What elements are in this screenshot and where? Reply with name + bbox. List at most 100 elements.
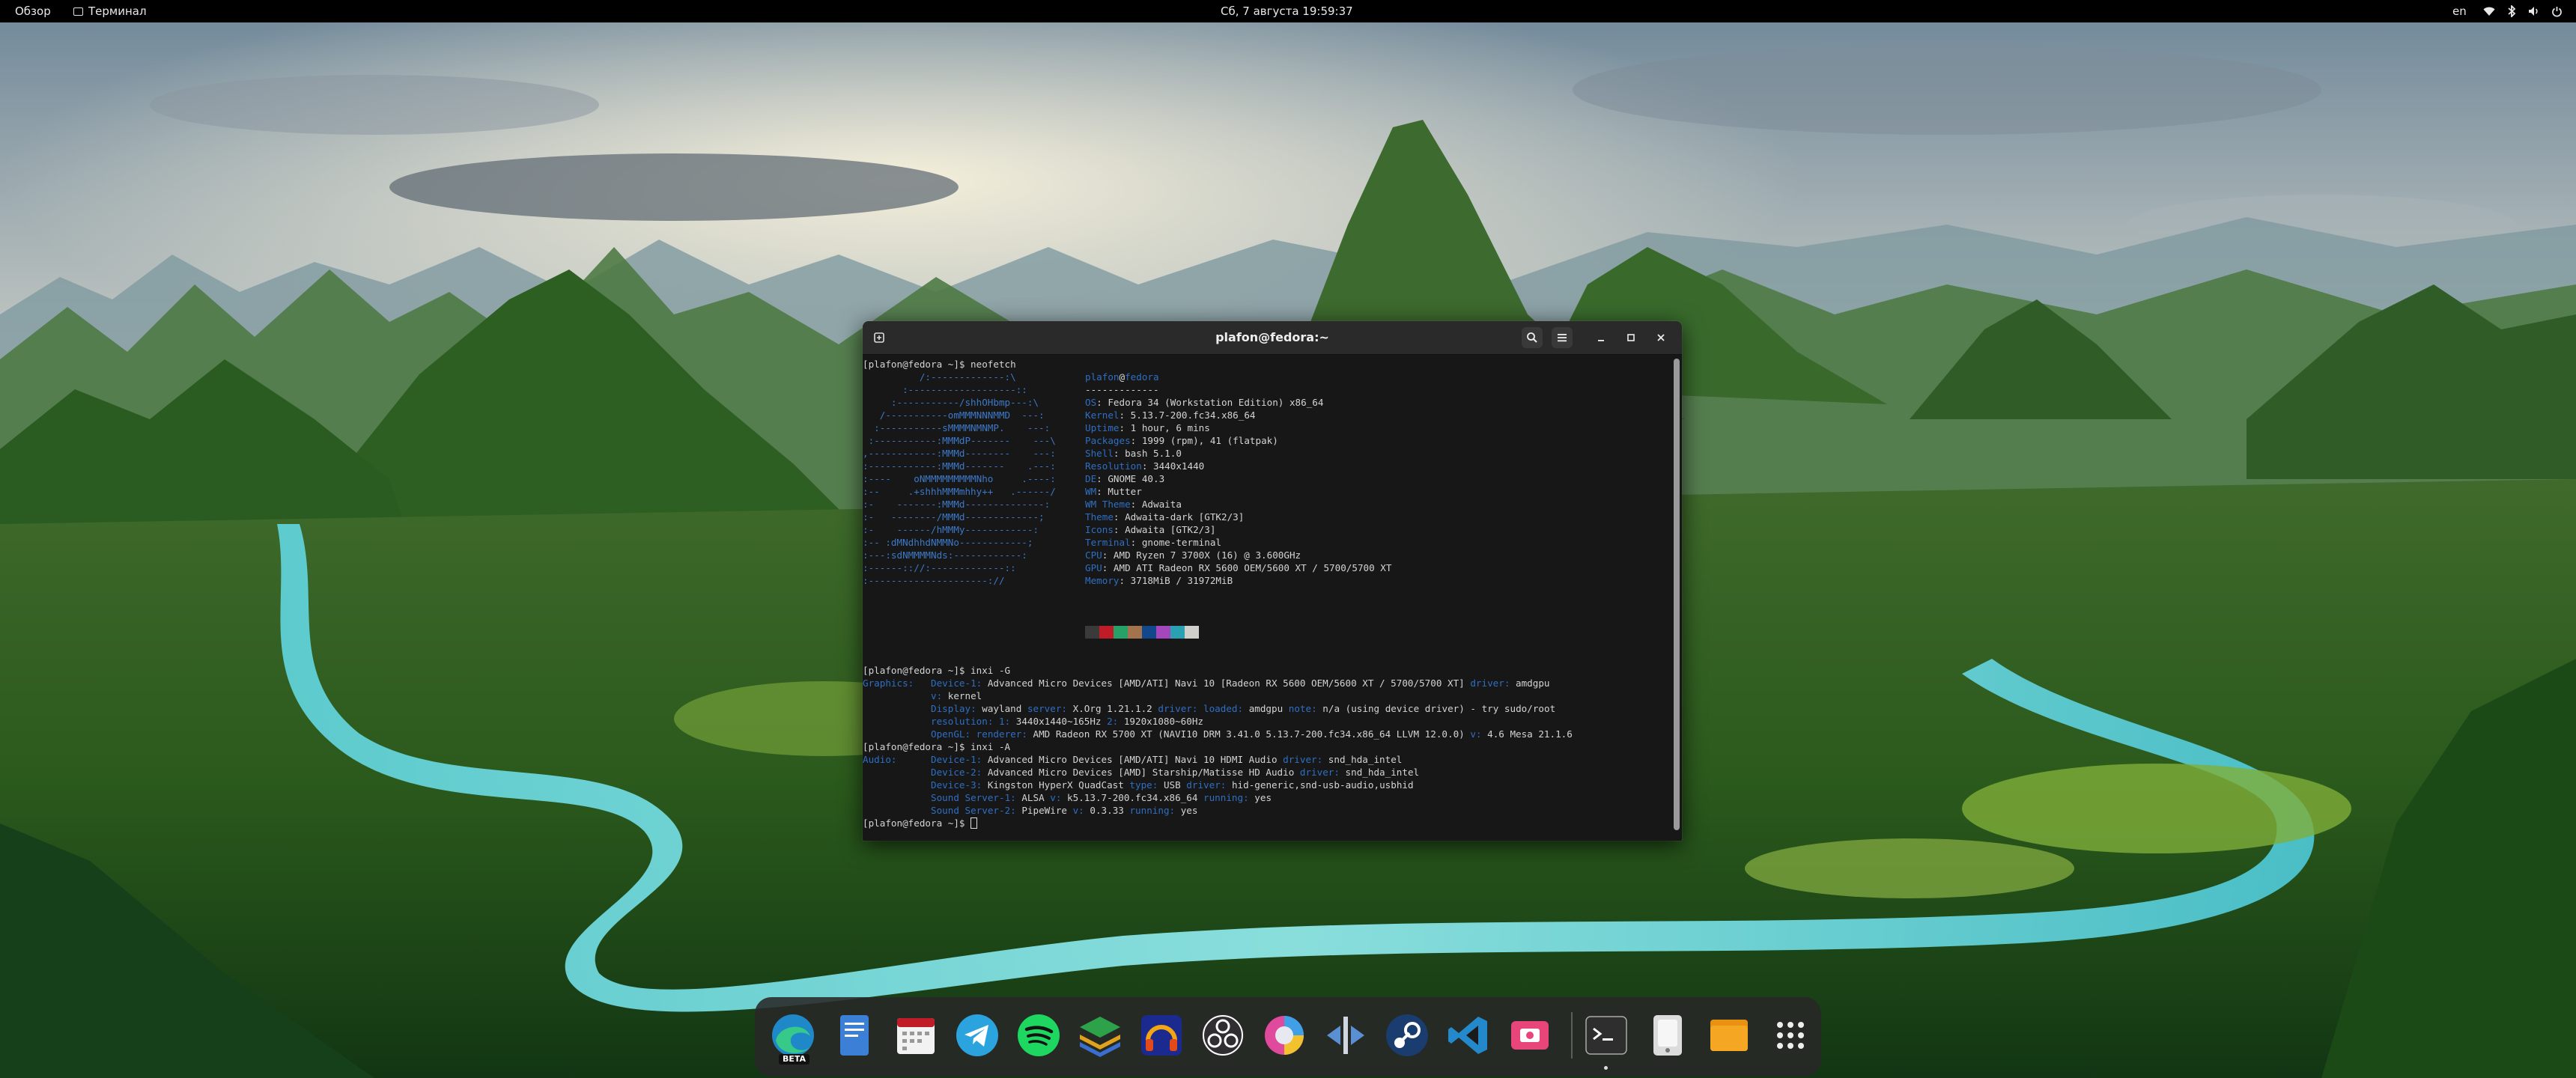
headphones-app-launcher[interactable]: [1137, 1011, 1186, 1060]
ascii-logo-line: :---- oNMMMMMMMMMNho .----:: [863, 473, 1056, 484]
app-grid-launcher[interactable]: [1766, 1011, 1815, 1060]
sysinfo-value: Mutter: [1108, 486, 1142, 497]
inxi-field-value: 4.6 Mesa 21.1.6: [1487, 728, 1573, 740]
ascii-logo-line: :-----------:MMMdP------- ---\: [863, 435, 1056, 446]
ascii-logo-line: :- --------/MMMd-------------;: [863, 511, 1045, 523]
color-swatch: [1156, 626, 1170, 639]
terminal-headerbar[interactable]: plafon@fedora:~: [863, 321, 1682, 355]
sysinfo-key: Uptime: [1085, 422, 1120, 433]
network-tool-launcher[interactable]: [1321, 1011, 1370, 1060]
network-tool-icon: [1321, 1017, 1370, 1063]
files-launcher[interactable]: [1704, 1011, 1754, 1060]
inxi-field-key: resolution: 1:: [931, 716, 1011, 727]
sysinfo-value: 1 hour, 6 mins: [1130, 422, 1210, 433]
sysinfo-at: @: [1119, 371, 1126, 383]
sysinfo-key: Kernel: [1085, 409, 1120, 421]
inxi-field-key: v:: [1072, 805, 1084, 816]
sysinfo-line: Theme: Adwaita-dark [GTK2/3]: [1085, 511, 1244, 523]
sysinfo-key: CPU: [1085, 549, 1102, 561]
sysinfo-line: Memory: 3718MiB / 31972MiB: [1085, 574, 1233, 587]
minimize-button[interactable]: [1591, 327, 1611, 348]
inxi-line: Device-2: Advanced Micro Devices [AMD] S…: [863, 766, 1419, 779]
microsoft-edge-beta-launcher[interactable]: BETA: [768, 1011, 818, 1065]
terminal-output[interactable]: [plafon@fedora ~]$ neofetch /:----------…: [863, 354, 1682, 841]
text-editor-launcher[interactable]: [830, 1011, 879, 1060]
sysinfo-colon: :: [1102, 549, 1114, 561]
sysinfo-line: DE: GNOME 40.3: [1085, 472, 1164, 485]
layers-launcher[interactable]: [1075, 1011, 1125, 1060]
sysinfo-host: fedora: [1125, 371, 1159, 383]
inxi-field-value: hid-generic,snd-usb-audio,usbhid: [1231, 779, 1414, 791]
inxi-field-value: AMD Radeon RX 5700 XT (NAVI10 DRM 3.41.0…: [1033, 728, 1465, 740]
sysinfo-line: OS: Fedora 34 (Workstation Edition) x86_…: [1085, 396, 1323, 409]
maximize-button[interactable]: [1620, 327, 1641, 348]
sysinfo-value: Adwaita: [1141, 499, 1182, 510]
search-button[interactable]: [1522, 327, 1543, 348]
system-menu-button[interactable]: [2476, 0, 2570, 22]
telegram-launcher[interactable]: [953, 1011, 1002, 1060]
inxi-field-value: n/a (using device driver) - try sudo/roo…: [1322, 703, 1556, 714]
inxi-field-key: 2:: [1107, 716, 1119, 727]
steam-launcher[interactable]: [1382, 1011, 1432, 1060]
screen-recorder-launcher[interactable]: [1505, 1011, 1555, 1060]
sysinfo-colon: :: [1130, 499, 1142, 510]
sysinfo-key: DE: [1085, 473, 1097, 484]
calendar-launcher[interactable]: [891, 1011, 941, 1060]
app-menu-button[interactable]: Терминал: [66, 0, 154, 22]
sysinfo-user: plafon: [1085, 371, 1120, 383]
terminal-window[interactable]: plafon@fedora:~ [plafon@fedora ~]$ neofe…: [863, 321, 1682, 841]
app-menu-label: Терминал: [88, 4, 147, 18]
ascii-logo-line: :------:://:-------------::: [863, 562, 1016, 573]
inxi-field-value: Kingston HyperX QuadCast: [987, 779, 1124, 791]
prompt-line-active[interactable]: [plafon@fedora ~]$: [863, 817, 978, 829]
keyboard-layout-button[interactable]: en: [2445, 0, 2474, 22]
inxi-field-key: running:: [1129, 805, 1176, 816]
inxi-field-key: Device-1:: [931, 677, 982, 689]
inxi-field-key: Sound Server-1:: [931, 792, 1016, 803]
sysinfo-colon: :: [1119, 409, 1131, 421]
inxi-field-key: v:: [931, 690, 943, 701]
sysinfo-colon: :: [1141, 460, 1153, 472]
inxi-field-key: driver:: [1283, 754, 1323, 765]
inxi-field-key: Device-2:: [931, 767, 982, 778]
color-swatch: [1114, 626, 1128, 639]
sysinfo-line: Packages: 1999 (rpm), 41 (flatpak): [1085, 434, 1278, 447]
inxi-field-key: note:: [1288, 703, 1317, 714]
sysinfo-line: WM Theme: Adwaita: [1085, 498, 1182, 511]
terminal-scrollbar[interactable]: [1674, 359, 1680, 830]
inxi-field-value: snd_hda_intel: [1328, 754, 1403, 765]
terminal-icon: [1582, 1016, 1631, 1063]
obs-studio-launcher[interactable]: [1198, 1011, 1248, 1060]
sysinfo-key: Memory: [1085, 575, 1120, 586]
menu-button[interactable]: [1552, 327, 1573, 348]
ascii-logo-line: :-- .+shhhMMMmhhy++ .------/: [863, 486, 1056, 497]
close-button[interactable]: [1650, 327, 1671, 348]
terminal-launcher[interactable]: [1582, 1011, 1631, 1060]
inxi-field-value: Advanced Micro Devices [AMD/ATI] Navi 10…: [987, 677, 1465, 689]
running-indicator: [1604, 1066, 1608, 1070]
inxi-line: OpenGL: renderer: AMD Radeon RX 5700 XT …: [863, 728, 1573, 740]
inxi-field-value: amdgpu: [1248, 703, 1284, 714]
sysinfo-line: Shell: bash 5.1.0: [1085, 447, 1182, 460]
color-swatch: [1170, 626, 1185, 639]
activities-button[interactable]: Обзор: [7, 0, 58, 22]
inxi-line: v: kernel: [863, 689, 982, 702]
inxi-line: Sound Server-1: ALSA v: k5.13.7-200.fc34…: [863, 791, 1272, 804]
inxi-section-key: Audio:: [863, 754, 897, 765]
spotify-launcher[interactable]: [1014, 1011, 1063, 1060]
sysinfo-key: Resolution: [1085, 460, 1142, 472]
color-picker-launcher[interactable]: [1260, 1011, 1309, 1060]
inxi-field-key: Sound Server-2:: [931, 805, 1016, 816]
sysinfo-colon: :: [1113, 511, 1126, 523]
volume-icon: [2528, 5, 2540, 17]
disk-utility-launcher[interactable]: [1643, 1011, 1692, 1060]
inxi-line: Sound Server-2: PipeWire v: 0.3.33 runni…: [863, 804, 1197, 817]
vscode-launcher[interactable]: [1444, 1011, 1493, 1060]
ascii-logo-line: :- -------:MMMd--------------:: [863, 499, 1051, 510]
obs-studio-icon: [1198, 1014, 1248, 1063]
vscode-icon: [1444, 1017, 1493, 1063]
clock-button[interactable]: Сб, 7 августа 19:59:37: [1213, 0, 1361, 22]
sysinfo-key: WM Theme: [1085, 499, 1131, 510]
sysinfo-colon: :: [1096, 486, 1108, 497]
sysinfo-line: CPU: AMD Ryzen 7 3700X (16) @ 3.600GHz: [1085, 549, 1301, 561]
